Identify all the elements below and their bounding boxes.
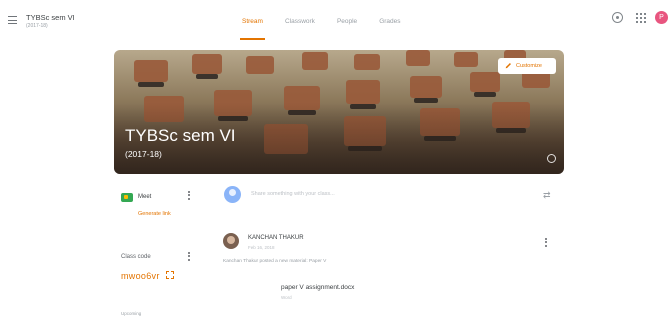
tab-stream[interactable]: Stream bbox=[240, 14, 265, 40]
nav-tabs: Stream Classwork People Grades bbox=[240, 14, 423, 40]
attachment-type: Word bbox=[281, 295, 292, 300]
settings-gear-icon[interactable] bbox=[612, 12, 623, 23]
class-title[interactable]: TYBSc sem VI bbox=[26, 13, 75, 22]
tab-people[interactable]: People bbox=[337, 14, 357, 40]
account-avatar[interactable]: P bbox=[655, 11, 668, 24]
attachment-title[interactable]: paper V assignment.docx bbox=[281, 284, 354, 291]
display-code-fullscreen-icon[interactable] bbox=[166, 271, 174, 279]
hamburger-menu-icon[interactable] bbox=[8, 16, 17, 24]
customize-button[interactable]: Customize bbox=[498, 58, 556, 74]
post-more-options-icon[interactable] bbox=[545, 238, 547, 248]
banner-class-subtitle: (2017-18) bbox=[125, 149, 162, 159]
post-body-text: Kanchan Thakur posted a new material: Pa… bbox=[223, 259, 327, 264]
google-meet-icon bbox=[121, 193, 133, 202]
post-date: Feb 16, 2018 bbox=[248, 245, 275, 250]
repost-icon[interactable]: ⇄ bbox=[543, 190, 553, 200]
top-app-bar: TYBSc sem VI (2017-18) Stream Classwork … bbox=[0, 0, 670, 40]
pencil-icon bbox=[505, 63, 511, 69]
class-info-icon[interactable] bbox=[547, 154, 556, 163]
class-code-more-options-icon[interactable] bbox=[188, 252, 190, 262]
google-apps-icon[interactable] bbox=[636, 12, 646, 23]
class-banner: TYBSc sem VI (2017-18) Customize bbox=[114, 50, 564, 174]
tab-classwork[interactable]: Classwork bbox=[285, 14, 315, 40]
post-author-avatar bbox=[223, 233, 239, 249]
class-code-value: mwoo6vr bbox=[121, 271, 160, 281]
banner-class-title: TYBSc sem VI bbox=[125, 126, 236, 145]
tab-grades[interactable]: Grades bbox=[379, 14, 400, 40]
share-with-class-box[interactable]: Share something with your class... ⇄ bbox=[214, 183, 564, 211]
share-placeholder: Share something with your class... bbox=[251, 191, 335, 197]
meet-label: Meet bbox=[138, 194, 152, 200]
post-author-name: KANCHAN THAKUR bbox=[248, 235, 304, 241]
class-subtitle: (2017-18) bbox=[26, 23, 48, 29]
user-avatar bbox=[224, 186, 241, 203]
generate-link-button[interactable]: Generate link bbox=[138, 211, 171, 217]
meet-more-options-icon[interactable] bbox=[188, 191, 190, 201]
customize-label: Customize bbox=[516, 63, 542, 69]
class-code-label: Class code bbox=[121, 254, 151, 260]
upcoming-label: Upcoming bbox=[121, 311, 142, 316]
